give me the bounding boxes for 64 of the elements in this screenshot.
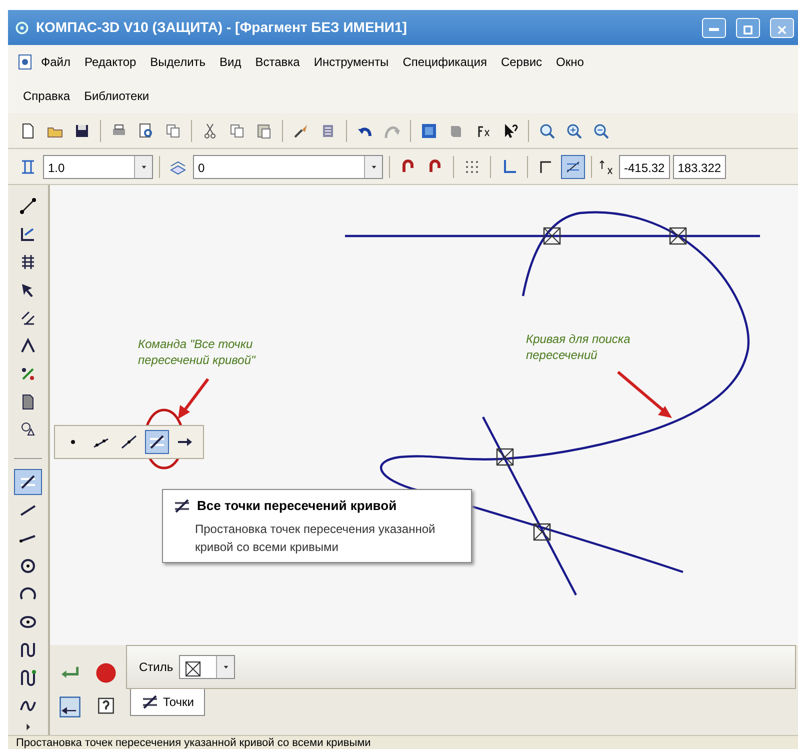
annotation-text: Кривая для поиска пересечений: [526, 332, 632, 364]
maximize-button[interactable]: [736, 18, 760, 38]
minimize-icon: [709, 28, 719, 32]
tooltip-description: Простановка точек пересечения указанной кривой со всеми кривыми: [194, 520, 436, 556]
tooltip-title: Все точки пересечений кривой: [197, 497, 397, 515]
intersection-points-icon: [173, 496, 191, 515]
shapes-icon: [19, 420, 37, 438]
menu-item[interactable]: Редактор: [78, 51, 144, 73]
copy-icon: [164, 122, 182, 140]
menu-item[interactable]: Вид: [212, 51, 248, 73]
tool-button[interactable]: [14, 469, 42, 496]
hatch-grid-icon: [19, 252, 37, 271]
menu-item[interactable]: Сервис: [494, 51, 550, 73]
intersection-points-icon: [141, 693, 159, 711]
app-logo-icon: [14, 20, 30, 36]
stop-sign-icon: [95, 662, 117, 684]
tool-button[interactable]: [145, 430, 169, 454]
page-magnifier-icon: [137, 122, 155, 140]
arrow: [178, 378, 210, 419]
menu-item[interactable]: Файл: [34, 51, 78, 73]
zoom-out-icon: [592, 122, 610, 140]
arrow: [617, 370, 672, 418]
points-tab[interactable]: Точки: [130, 689, 206, 716]
magnifier-icon: [538, 122, 556, 140]
layer-combobox[interactable]: 0: [193, 154, 383, 178]
step-combobox[interactable]: 1.0: [43, 154, 153, 178]
crossed-box-icon: [184, 660, 202, 678]
menu-item[interactable]: Инструменты: [306, 51, 396, 73]
menu-item[interactable]: Вставка: [248, 51, 307, 73]
style-combobox[interactable]: [179, 655, 236, 679]
spline-with-points-icon: [19, 668, 37, 687]
menu-item[interactable]: Библиотеки: [77, 85, 156, 107]
document-icon: [16, 53, 34, 71]
coordinate-field[interactable]: 183.322: [672, 154, 726, 178]
menu-item[interactable]: Окно: [549, 51, 591, 73]
window-title: КОМПАС-3D V10 (ЗАЩИТА) - [Фрагмент БЕЗ ИМЕНИ1]: [36, 18, 408, 37]
angle-icon: [19, 336, 37, 355]
annotation-text: Команда "Все точки пересечений кривой": [138, 337, 257, 368]
snap-button[interactable]: [561, 154, 585, 178]
intersection-marker: [533, 523, 551, 541]
menu-item[interactable]: Спецификация: [396, 51, 494, 73]
parallel-lines-icon: [19, 308, 37, 327]
line-with-points-icon: [19, 196, 37, 215]
point-on-line-icon: [120, 433, 138, 451]
step-icon: [19, 158, 37, 176]
copy-icon: [228, 122, 246, 140]
intersections-icon: [148, 433, 166, 451]
style-label: Стиль: [139, 659, 174, 676]
intersection-marker: [543, 227, 561, 245]
minimize-button[interactable]: [702, 18, 726, 38]
point-icon: [71, 440, 75, 444]
view-frame-icon: [420, 122, 438, 140]
coordinate-field[interactable]: -415.32: [619, 154, 670, 178]
clipboard-icon: [255, 122, 273, 140]
spline-icon: [19, 641, 37, 660]
close-button[interactable]: [770, 18, 794, 38]
intersection-marker: [669, 227, 687, 245]
zoom-in-icon: [565, 122, 583, 140]
intersection-points-icon: [19, 473, 37, 492]
circle-icon: [19, 557, 37, 576]
menu-item[interactable]: Выделить: [143, 51, 213, 73]
intersection-marker: [496, 448, 514, 466]
status-bar-text: Простановка точек пересечения указанной кривой со всеми кривыми: [8, 735, 798, 749]
menu-item[interactable]: Справка: [16, 85, 78, 107]
